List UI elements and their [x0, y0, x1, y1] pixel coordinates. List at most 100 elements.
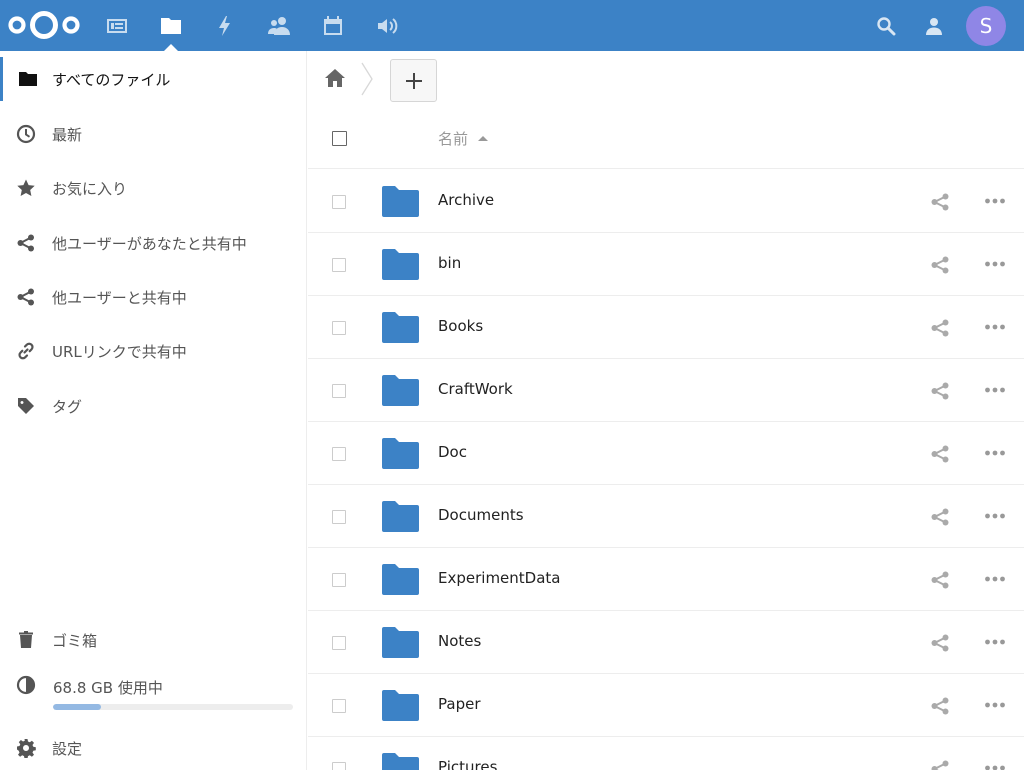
sidebar-item-settings[interactable]: 設定 [0, 726, 306, 770]
folder-icon[interactable] [382, 753, 419, 770]
sidebar-item-tags[interactable]: タグ [0, 384, 306, 428]
table-row[interactable]: Paper [308, 674, 1024, 737]
folder-icon[interactable] [382, 375, 419, 406]
table-row[interactable]: Books [308, 296, 1024, 359]
home-icon[interactable] [324, 67, 346, 89]
more-options-icon[interactable] [984, 512, 1006, 520]
name-column-header[interactable]: 名前 [438, 128, 489, 149]
app-talk[interactable] [360, 0, 414, 51]
row-checkbox[interactable] [332, 384, 346, 398]
share-icon[interactable] [930, 193, 950, 211]
share-icon[interactable] [930, 760, 950, 770]
file-name[interactable]: ExperimentData [438, 569, 560, 587]
file-name[interactable]: Books [438, 317, 483, 335]
sidebar-item-label: 設定 [52, 739, 83, 758]
sidebar-item-shared-by-link[interactable]: URLリンクで共有中 [0, 329, 306, 373]
row-checkbox[interactable] [332, 258, 346, 272]
row-checkbox[interactable] [332, 636, 346, 650]
app-activity[interactable] [198, 0, 252, 51]
app-contacts[interactable] [252, 0, 306, 51]
row-checkbox[interactable] [332, 510, 346, 524]
more-options-icon[interactable] [984, 701, 1006, 709]
folder-icon[interactable] [382, 690, 419, 721]
row-checkbox[interactable] [332, 573, 346, 587]
file-name[interactable]: bin [438, 254, 461, 272]
sidebar-item-label: 最新 [52, 125, 83, 144]
row-checkbox[interactable] [332, 321, 346, 335]
folder-icon[interactable] [382, 312, 419, 343]
file-name[interactable]: Paper [438, 695, 480, 713]
main-content: 名前 Archive bin Books CraftWork Doc Documents E… [308, 51, 1024, 770]
star-icon [0, 178, 52, 198]
file-name[interactable]: Notes [438, 632, 481, 650]
lightning-icon [219, 15, 230, 36]
table-row[interactable]: Pictures [308, 737, 1024, 770]
share-icon[interactable] [930, 697, 950, 715]
nextcloud-logo[interactable] [6, 6, 82, 44]
more-options-icon[interactable] [984, 575, 1006, 583]
table-row[interactable]: Notes [308, 611, 1024, 674]
more-options-icon[interactable] [984, 323, 1006, 331]
add-button[interactable] [390, 59, 437, 102]
file-name[interactable]: Pictures [438, 758, 497, 770]
row-checkbox[interactable] [332, 195, 346, 209]
share-icon[interactable] [930, 508, 950, 526]
folder-icon[interactable] [382, 249, 419, 280]
folder-icon[interactable] [382, 501, 419, 532]
share-icon[interactable] [930, 634, 950, 652]
share-icon[interactable] [930, 445, 950, 463]
file-name[interactable]: Documents [438, 506, 524, 524]
app-dashboard[interactable] [90, 0, 144, 51]
share-icon[interactable] [930, 256, 950, 274]
table-row[interactable]: Archive [308, 170, 1024, 233]
more-options-icon[interactable] [984, 386, 1006, 394]
sidebar-item-all-files[interactable]: すべてのファイル [0, 57, 306, 101]
table-row[interactable]: Doc [308, 422, 1024, 485]
share-icon[interactable] [930, 319, 950, 337]
folder-icon[interactable] [382, 438, 419, 469]
more-options-icon[interactable] [984, 764, 1006, 770]
name-column-label: 名前 [438, 130, 469, 148]
sidebar-item-favorites[interactable]: お気に入り [0, 166, 306, 210]
folder-icon [3, 69, 52, 89]
sidebar-item-shared-with-you[interactable]: 他ユーザーがあなたと共有中 [0, 221, 306, 265]
table-row[interactable]: Documents [308, 485, 1024, 548]
more-options-icon[interactable] [984, 638, 1006, 646]
contacts-icon [268, 16, 290, 35]
sidebar-item-recent[interactable]: 最新 [0, 112, 306, 156]
file-name[interactable]: Doc [438, 443, 467, 461]
search-button[interactable] [862, 0, 910, 51]
more-options-icon[interactable] [984, 197, 1006, 205]
share-icon [0, 287, 52, 307]
share-icon[interactable] [930, 382, 950, 400]
more-options-icon[interactable] [984, 449, 1006, 457]
folder-icon[interactable] [382, 186, 419, 217]
folder-icon[interactable] [382, 564, 419, 595]
sidebar-item-trash[interactable]: ゴミ箱 [0, 618, 306, 662]
gear-icon [0, 738, 52, 758]
row-checkbox[interactable] [332, 699, 346, 713]
sidebar: すべてのファイル 最新 お気に入り 他ユーザーがあなたと共有中 他ユーザーと共有… [0, 51, 307, 770]
more-options-icon[interactable] [984, 260, 1006, 268]
app-calendar[interactable] [306, 0, 360, 51]
file-name[interactable]: Archive [438, 191, 494, 209]
plus-icon [405, 72, 422, 89]
sidebar-item-label: ゴミ箱 [52, 631, 98, 650]
table-row[interactable]: CraftWork [308, 359, 1024, 422]
app-files[interactable] [144, 0, 198, 51]
share-icon[interactable] [930, 571, 950, 589]
table-row[interactable]: bin [308, 233, 1024, 296]
breadcrumb-separator-icon [361, 62, 373, 96]
sidebar-item-shared-with-others[interactable]: 他ユーザーと共有中 [0, 275, 306, 319]
avatar[interactable]: S [966, 5, 1006, 46]
row-checkbox[interactable] [332, 762, 346, 770]
breadcrumb [308, 51, 1024, 109]
table-row[interactable]: ExperimentData [308, 548, 1024, 611]
link-icon [0, 341, 52, 361]
file-name[interactable]: CraftWork [438, 380, 513, 398]
sort-ascending-icon [478, 136, 489, 141]
contacts-menu-button[interactable] [910, 0, 958, 51]
folder-icon[interactable] [382, 627, 419, 658]
select-all-checkbox[interactable] [332, 131, 347, 146]
row-checkbox[interactable] [332, 447, 346, 461]
